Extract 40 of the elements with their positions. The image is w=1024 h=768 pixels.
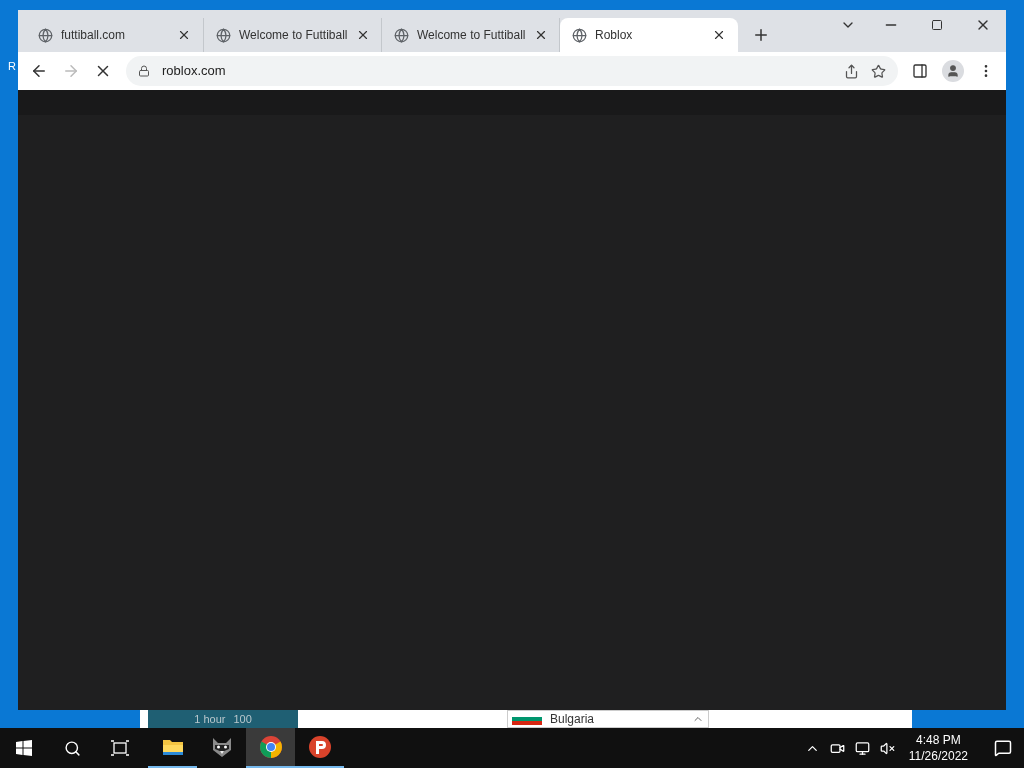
taskbar-app[interactable] — [246, 728, 295, 768]
volume-muted-icon[interactable] — [879, 740, 895, 756]
back-icon[interactable] — [30, 62, 48, 80]
country-text: Bulgaria — [550, 711, 595, 728]
side-panel-icon[interactable] — [912, 63, 928, 79]
bookmark-icon[interactable] — [871, 63, 886, 79]
new-tab-icon[interactable] — [752, 26, 770, 44]
browser-tab[interactable]: Roblox — [560, 18, 738, 52]
search-icon[interactable] — [64, 739, 81, 757]
close-icon[interactable] — [177, 28, 191, 42]
lock-icon — [138, 65, 150, 77]
windows-logo-icon[interactable] — [16, 740, 32, 756]
desktop-icon-label: R — [8, 59, 16, 74]
tab-title: Welcome to Futtiball — [239, 27, 348, 44]
share-icon[interactable] — [844, 63, 859, 79]
psiphon-icon — [307, 735, 332, 759]
clock[interactable]: 4:48 PM 11/26/2022 — [904, 732, 972, 764]
task-view-icon[interactable] — [111, 740, 129, 756]
points-text: 100 — [233, 711, 252, 727]
tab-title: Roblox — [595, 27, 633, 44]
folder-icon — [161, 737, 184, 757]
person-icon — [946, 64, 960, 78]
globe-icon — [38, 27, 53, 43]
globe-icon — [216, 27, 231, 43]
network-icon[interactable] — [854, 740, 870, 756]
globe-icon — [394, 27, 409, 43]
address-bar[interactable]: roblox.com — [126, 56, 898, 86]
date-text: 11/26/2022 — [908, 748, 968, 764]
duration-text: 1 hour — [194, 711, 226, 727]
profile-avatar[interactable] — [942, 60, 964, 82]
tab-title: Welcome to Futtiball — [417, 27, 526, 44]
notifications-icon[interactable] — [994, 739, 1012, 757]
maximize-icon[interactable] — [931, 19, 943, 31]
country-select[interactable]: Bulgaria — [507, 710, 709, 728]
chrome-icon — [258, 735, 283, 759]
close-icon[interactable] — [712, 28, 726, 42]
url-text: roblox.com — [162, 62, 226, 81]
globe-icon — [572, 27, 587, 43]
time-text: 4:48 PM — [916, 732, 961, 748]
tab-title: futtiball.com — [61, 27, 126, 44]
